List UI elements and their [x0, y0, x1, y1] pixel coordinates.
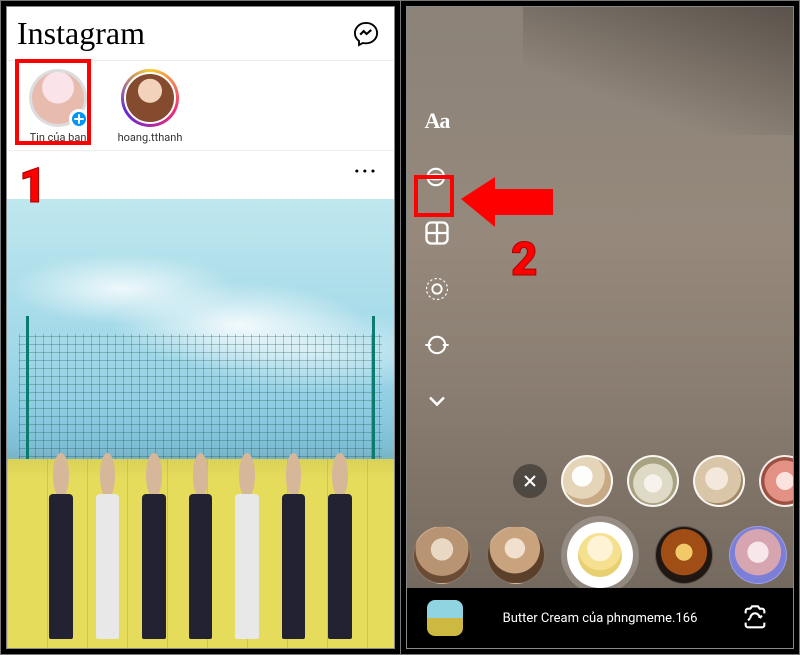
multi-capture-icon[interactable] [423, 275, 451, 303]
effect-thumb-d[interactable] [729, 526, 787, 584]
effect-thumb-2[interactable] [627, 455, 679, 507]
instagram-home: Instagram Tin của bạn [6, 6, 395, 649]
selected-effect-preview [578, 533, 622, 577]
layout-icon[interactable] [423, 219, 451, 247]
story-camera: Aa [406, 6, 794, 649]
effect-thumb-c[interactable] [655, 526, 713, 584]
gallery-icon[interactable] [427, 600, 463, 636]
your-story[interactable]: Tin của bạn [23, 69, 93, 144]
chevron-down-icon[interactable] [423, 387, 451, 415]
right-panel: Aa [400, 1, 799, 654]
effect-thumb-4[interactable] [759, 455, 794, 507]
story-label: hoang.tthanh [118, 131, 183, 144]
effect-thumb-1[interactable] [561, 455, 613, 507]
effects-row-top[interactable] [407, 451, 793, 511]
feed-image[interactable] [7, 199, 394, 648]
effect-thumb-3[interactable] [693, 455, 745, 507]
story-label: Tin của bạn [30, 131, 87, 144]
close-effects-icon[interactable] [513, 464, 547, 498]
add-story-icon[interactable] [69, 109, 89, 129]
header: Instagram [7, 7, 394, 61]
stories-tray[interactable]: Tin của bạn hoang.tthanh [7, 61, 394, 151]
boomerang-icon[interactable] [423, 163, 451, 191]
left-panel: Instagram Tin của bạn [1, 1, 400, 654]
bottom-bar: Butter Cream của phngmeme.166 [407, 588, 793, 648]
story-tools: Aa [423, 107, 451, 415]
effect-name-label[interactable]: Butter Cream của phngmeme.166 [479, 611, 721, 626]
messenger-icon[interactable] [352, 20, 380, 48]
shutter-button[interactable] [561, 516, 639, 594]
text-tool[interactable]: Aa [423, 107, 451, 135]
effect-thumb-a[interactable] [413, 526, 471, 584]
more-icon[interactable]: ··· [354, 159, 378, 183]
instagram-logo[interactable]: Instagram [17, 15, 145, 52]
effect-thumb-b[interactable] [487, 526, 545, 584]
post-header: ··· [7, 151, 394, 191]
flip-camera-icon[interactable] [737, 600, 773, 636]
level-icon[interactable] [423, 331, 451, 359]
story-hoang-tthanh[interactable]: hoang.tthanh [115, 69, 185, 144]
effects-row-main[interactable] [407, 513, 793, 597]
